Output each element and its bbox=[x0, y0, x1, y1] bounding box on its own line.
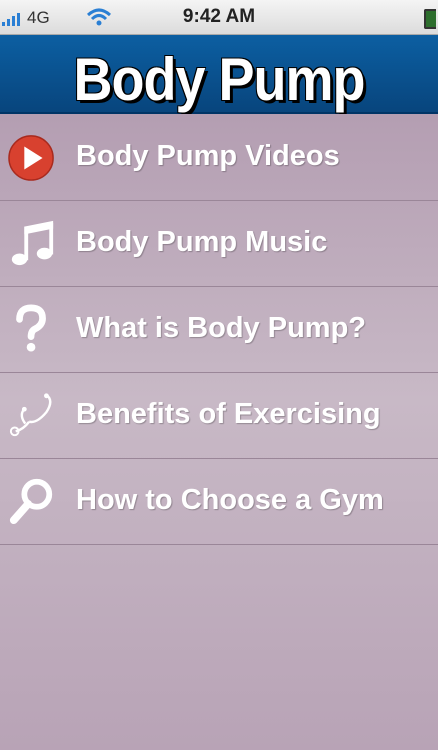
menu-item-benefits-of-exercising[interactable]: Benefits of Exercising bbox=[0, 372, 438, 459]
menu-item-how-to-choose-a-gym[interactable]: How to Choose a Gym bbox=[0, 458, 438, 545]
status-bar: 4G 9:42 AM bbox=[0, 0, 438, 35]
music-note-icon bbox=[11, 220, 54, 266]
battery-icon bbox=[424, 9, 436, 29]
menu-item-label: Benefits of Exercising bbox=[76, 398, 381, 430]
menu-item-label: Body Pump Music bbox=[76, 226, 328, 258]
stethoscope-icon bbox=[9, 393, 52, 437]
menu-item-label: What is Body Pump? bbox=[76, 312, 366, 344]
menu-item-label: Body Pump Videos bbox=[76, 140, 340, 172]
search-icon bbox=[9, 478, 53, 525]
status-time: 9:42 AM bbox=[182, 6, 256, 27]
menu-item-body-pump-videos[interactable]: Body Pump Videos bbox=[0, 114, 438, 201]
menu-item-what-is-body-pump[interactable]: What is Body Pump? bbox=[0, 286, 438, 373]
menu-item-label: How to Choose a Gym bbox=[76, 484, 384, 516]
menu-item-body-pump-music[interactable]: Body Pump Music bbox=[0, 200, 438, 287]
play-icon bbox=[8, 135, 54, 181]
app-header: Body Pump Fitness bbox=[0, 35, 438, 183]
menu-list: Body Pump Videos Body Pump Music What is… bbox=[0, 114, 438, 750]
question-mark-icon bbox=[16, 304, 46, 352]
